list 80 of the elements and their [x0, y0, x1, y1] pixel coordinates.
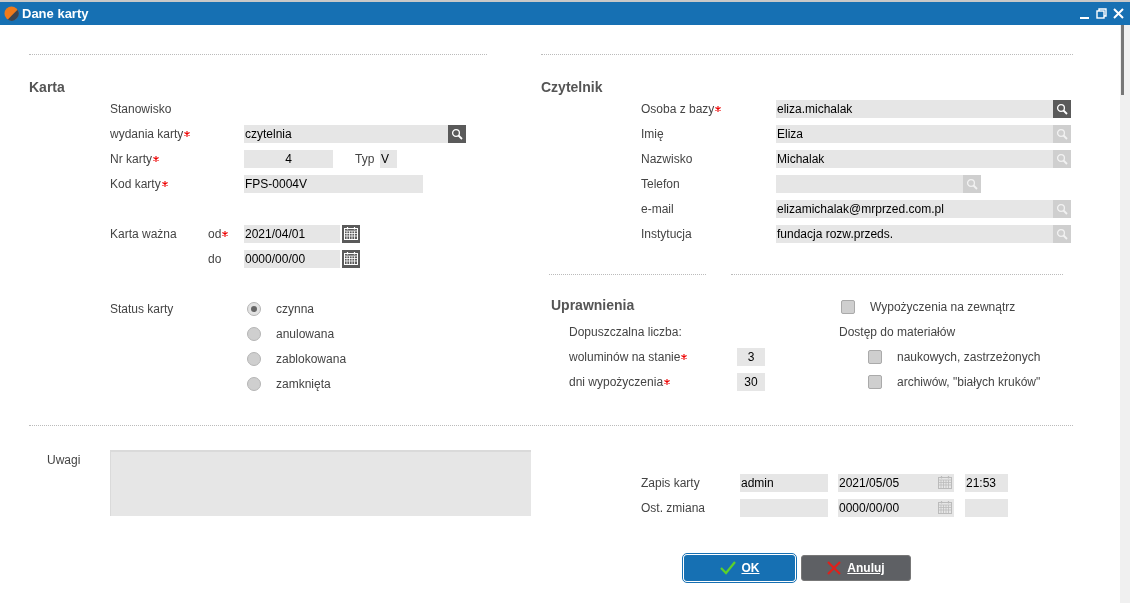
- search-icon: [451, 127, 463, 140]
- field-label: Dopuszczalna liczba:: [569, 323, 682, 341]
- field-label: dni wypożyczenia: [569, 373, 664, 391]
- option-label: Wypożyczenia na zewnątrz: [870, 298, 1016, 316]
- field-label: Osoba z bazy: [641, 100, 715, 118]
- search-icon: [1056, 227, 1068, 240]
- input-field[interactable]: 21:53: [965, 473, 1008, 492]
- field-label: Dostęp do materiałów: [839, 323, 956, 341]
- input-field[interactable]: 4: [244, 149, 333, 168]
- field-label: Stanowisko: [110, 100, 172, 118]
- field-label: Nazwisko: [641, 150, 693, 168]
- field-label: wydania karty: [110, 125, 184, 143]
- checkbox[interactable]: [841, 299, 855, 314]
- field-label: Instytucja: [641, 225, 692, 243]
- input-field[interactable]: [965, 498, 1008, 517]
- calendar-icon: [344, 252, 358, 265]
- input-field[interactable]: admin: [740, 473, 828, 492]
- calendar-button[interactable]: [342, 224, 360, 243]
- scrollbar[interactable]: [1120, 25, 1130, 603]
- field-label: Uwagi: [47, 452, 82, 469]
- calendar-icon: [938, 476, 952, 489]
- calendar-button[interactable]: [342, 249, 360, 268]
- option-label: anulowana: [276, 325, 335, 343]
- search-icon: [1056, 152, 1068, 165]
- input-field[interactable]: [740, 498, 828, 517]
- restore-button[interactable]: [1096, 8, 1107, 19]
- checkbox[interactable]: [868, 349, 882, 364]
- search-icon: [1056, 102, 1068, 115]
- search-icon: [966, 177, 978, 190]
- input-field[interactable]: 0000/00/00: [244, 249, 340, 268]
- field-label: Status karty: [110, 300, 175, 318]
- checkbox[interactable]: [868, 374, 882, 389]
- input-field[interactable]: czytelnia: [244, 124, 448, 143]
- input-field[interactable]: V: [380, 149, 397, 168]
- input-field[interactable]: FPS-0004V: [244, 174, 423, 193]
- check-icon: [719, 561, 736, 575]
- field-label: Ost. zmiana: [641, 499, 707, 517]
- input-field[interactable]: 2021/05/05: [838, 473, 936, 492]
- cancel-button[interactable]: Anuluj: [801, 555, 911, 581]
- radio-button[interactable]: [247, 301, 261, 316]
- input-field[interactable]: 2021/04/01: [244, 224, 340, 243]
- field-label: Zapis karty: [641, 474, 701, 492]
- search-icon: [1056, 202, 1068, 215]
- section-heading: Karta: [29, 79, 66, 95]
- option-label: naukowych, zastrzeżonych: [897, 348, 1041, 366]
- notes-field[interactable]: [110, 450, 531, 516]
- search-button[interactable]: [1053, 99, 1071, 118]
- search-icon: [1056, 127, 1068, 140]
- field-label: do: [208, 250, 222, 268]
- field-label: od: [208, 225, 222, 243]
- option-label: zamknięta: [276, 375, 331, 393]
- field-label: Typ: [355, 150, 376, 168]
- radio-button[interactable]: [247, 326, 261, 341]
- search-button[interactable]: [448, 124, 466, 143]
- calendar-icon: [938, 501, 952, 514]
- field-label: Imię: [641, 125, 664, 143]
- input-field[interactable]: eliza.michalak: [776, 99, 1053, 118]
- app-logo-icon: [4, 6, 19, 21]
- input-field[interactable]: 0000/00/00: [838, 498, 936, 517]
- input-field[interactable]: 30: [737, 372, 765, 391]
- field-label: Karta ważna: [110, 225, 178, 243]
- close-button[interactable]: [1113, 8, 1124, 19]
- field-label: Kod karty: [110, 175, 161, 193]
- field-label: woluminów na stanie: [569, 348, 681, 366]
- ok-button[interactable]: OK: [684, 555, 795, 581]
- radio-button[interactable]: [247, 376, 261, 391]
- section-heading: Uprawnienia: [551, 295, 635, 315]
- field-label: Telefon: [641, 175, 680, 193]
- window-title: Dane karty: [22, 4, 89, 23]
- x-icon: [827, 561, 842, 575]
- option-label: zablokowana: [276, 350, 347, 368]
- input-field[interactable]: 3: [737, 347, 765, 366]
- option-label: czynna: [276, 300, 315, 318]
- option-label: archiwów, "białych kruków": [897, 373, 1041, 391]
- section-heading: Czytelnik: [541, 79, 604, 95]
- input-field[interactable]: [776, 174, 963, 193]
- calendar-icon: [344, 227, 358, 240]
- field-label: e-mail: [641, 200, 674, 218]
- field-label: Nr karty: [110, 150, 152, 168]
- radio-button[interactable]: [247, 351, 261, 366]
